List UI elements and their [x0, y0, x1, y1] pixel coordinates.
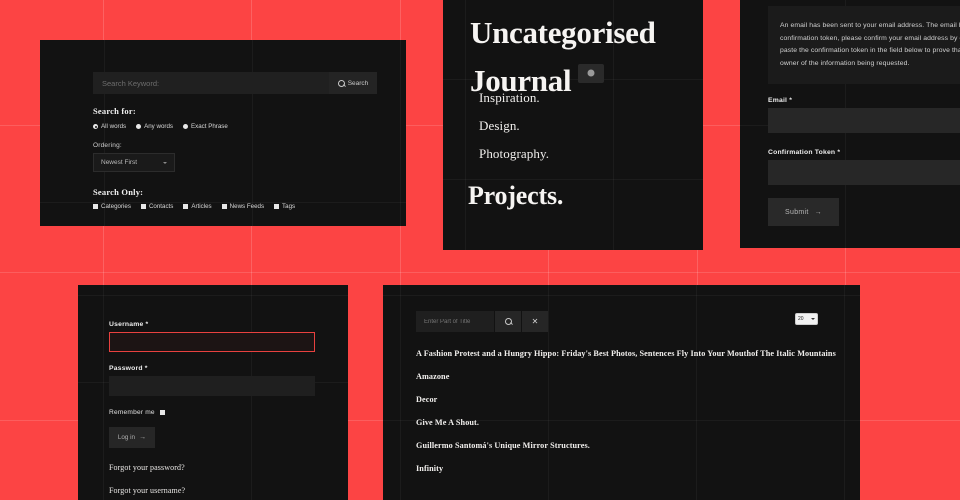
email-field-label: Email *: [768, 97, 793, 104]
panel-grid-line: [78, 295, 348, 296]
confirmation-notice-text: An email has been sent to your email add…: [780, 22, 960, 67]
username-input[interactable]: [109, 332, 315, 352]
radio-label: Exact Phrase: [191, 123, 228, 130]
list-filter-toolbar: ✕: [416, 311, 548, 332]
ordering-selected-value: Newest First: [101, 159, 138, 166]
checkbox-label: Categories: [101, 203, 131, 210]
checkbox-icon: [274, 204, 280, 209]
list-clear-button[interactable]: ✕: [522, 311, 548, 332]
grid-line-horizontal: [0, 272, 960, 273]
list-item[interactable]: A Fashion Protest and a Hungry Hippo: Fr…: [416, 347, 836, 361]
checkbox-option-news-feeds[interactable]: News Feeds: [221, 203, 265, 210]
email-input[interactable]: [768, 108, 960, 133]
chevron-down-icon: [163, 161, 167, 164]
search-for-heading: Search for:: [93, 106, 136, 116]
search-submit-label: Search: [347, 79, 369, 87]
list-item[interactable]: Decor: [416, 393, 836, 407]
arrow-right-icon: →: [814, 208, 822, 216]
list-search-button[interactable]: [495, 311, 521, 332]
panel-grid-line: [844, 285, 845, 500]
panel-grid-line: [252, 40, 253, 226]
forgot-password-link[interactable]: Forgot your password?: [109, 463, 185, 472]
login-panel: Username * Password * Remember me Log in…: [78, 285, 348, 500]
panel-grid-line: [465, 0, 466, 250]
checkbox-label: Contacts: [148, 203, 174, 210]
journal-taglines: Inspiration. Design. Photography.: [479, 84, 549, 168]
checkbox-option-contacts[interactable]: Contacts: [140, 203, 174, 210]
radio-icon-selected: [93, 124, 98, 129]
checkbox-icon: [159, 410, 165, 415]
email-confirmation-panel: An email has been sent to your email add…: [740, 0, 960, 248]
circle-dot-icon[interactable]: [578, 63, 605, 83]
list-limit-select[interactable]: 20: [795, 313, 818, 325]
confirmation-notice: An email has been sent to your email add…: [768, 6, 960, 84]
tagline-design: Design.: [479, 118, 520, 133]
login-button-label: Log in: [117, 434, 136, 441]
list-item[interactable]: Guillermo Santomá's Unique Mirror Struct…: [416, 439, 836, 453]
submit-button[interactable]: Submit →: [768, 198, 839, 226]
search-bar: Search: [93, 72, 406, 94]
checkbox-label: News Feeds: [229, 203, 265, 210]
radio-option-exact-phrase[interactable]: Exact Phrase: [183, 123, 228, 130]
panel-grid-line: [104, 40, 105, 226]
radio-option-all-words[interactable]: All words: [93, 123, 126, 130]
panel-grid-line: [400, 285, 401, 500]
radio-icon: [136, 124, 142, 129]
checkbox-icon: [140, 204, 146, 209]
checkbox-option-tags[interactable]: Tags: [274, 203, 295, 210]
checkbox-icon: [183, 204, 189, 209]
list-item[interactable]: Amazone: [416, 370, 836, 384]
list-item[interactable]: Give Me A Shout.: [416, 416, 836, 430]
password-label: Password *: [109, 365, 148, 372]
remember-me-checkbox[interactable]: Remember me: [109, 409, 165, 416]
checkbox-label: Tags: [282, 203, 296, 210]
search-only-heading: Search Only:: [93, 187, 144, 197]
checkbox-option-categories[interactable]: Categories: [93, 203, 131, 210]
submit-label: Submit: [785, 208, 809, 216]
article-list-panel: ✕ 20 A Fashion Protest and a Hungry Hipp…: [383, 285, 860, 500]
checkbox-icon: [221, 204, 227, 209]
projects-heading: Projects.: [468, 181, 564, 210]
article-list: A Fashion Protest and a Hungry Hippo: Fr…: [416, 347, 836, 485]
remember-me-label: Remember me: [109, 409, 155, 416]
panel-grid-line: [443, 179, 703, 180]
checkbox-option-articles[interactable]: Articles: [183, 203, 212, 210]
list-search-input[interactable]: [416, 311, 494, 332]
smart-search-panel: Search Search for: All words Any words E…: [40, 40, 406, 226]
search-scope-checkbox-group: Categories Contacts Articles News Feeds …: [93, 203, 295, 210]
close-x-icon: ✕: [531, 317, 539, 326]
password-input[interactable]: [109, 376, 315, 396]
list-limit-value: 20: [798, 316, 804, 322]
tagline-photography: Photography.: [479, 146, 550, 161]
ordering-label: Ordering:: [93, 142, 122, 149]
search-submit-button[interactable]: Search: [329, 72, 377, 94]
radio-option-any-words[interactable]: Any words: [136, 123, 173, 130]
confirmation-token-input[interactable]: [768, 160, 960, 185]
panel-grid-line: [400, 40, 401, 226]
checkbox-label: Articles: [191, 203, 212, 210]
username-label: Username *: [109, 321, 149, 328]
arrow-right-icon: →: [139, 434, 147, 441]
list-item[interactable]: Infinity: [416, 462, 836, 476]
panel-grid-line: [383, 295, 860, 296]
radio-label: All words: [101, 123, 127, 130]
radio-icon: [183, 124, 188, 129]
ordering-select[interactable]: Newest First: [93, 153, 175, 172]
panel-grid-line: [103, 285, 104, 500]
match-type-radio-group: All words Any words Exact Phrase: [93, 123, 228, 130]
checkbox-icon: [93, 204, 98, 209]
chevron-down-icon: [811, 318, 815, 320]
search-keyword-input[interactable]: [93, 72, 329, 94]
journal-hero-panel: Uncategorised Journal Inspiration. Desig…: [443, 0, 703, 250]
magnifier-icon: [504, 318, 512, 325]
token-field-label: Confirmation Token *: [768, 149, 841, 156]
radio-label: Any words: [144, 123, 173, 130]
magnifier-icon: [337, 79, 345, 87]
forgot-username-link[interactable]: Forgot your username?: [109, 486, 185, 495]
login-button[interactable]: Log in →: [109, 427, 155, 448]
tagline-inspiration: Inspiration.: [479, 90, 540, 105]
